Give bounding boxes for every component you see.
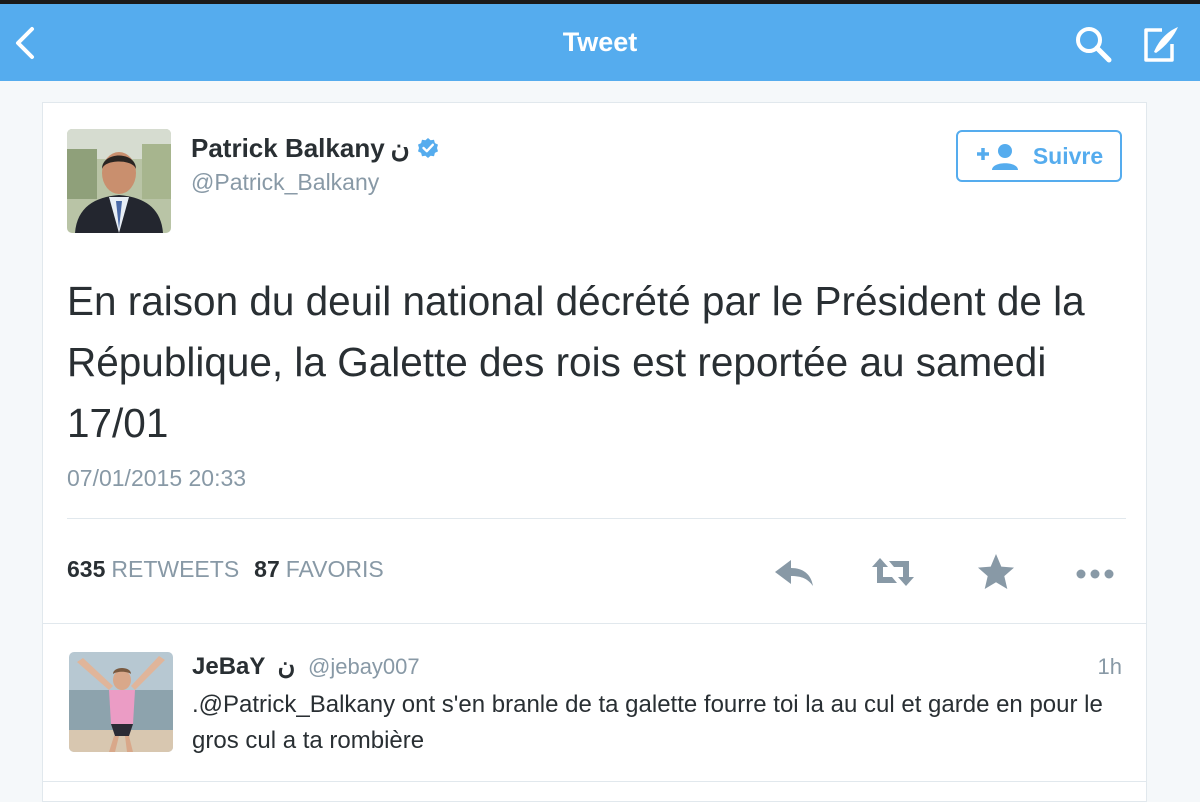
tweet-timestamp: 07/01/2015 20:33 [67, 465, 247, 491]
verified-badge-icon [417, 138, 438, 158]
add-user-icon [976, 144, 1018, 170]
reply-icon [775, 560, 813, 586]
author-name-text: Patrick Balkany [191, 132, 385, 163]
retweets-count: 635 [67, 556, 106, 582]
favorite-button[interactable] [972, 548, 1020, 596]
more-dots-icon [1076, 569, 1114, 579]
compose-button[interactable] [1138, 22, 1182, 66]
author-avatar[interactable] [67, 129, 171, 233]
reply-tweet[interactable]: JeBaY ن @jebay007 1h .@Patrick_Balkany o… [43, 623, 1146, 782]
back-button[interactable] [8, 23, 42, 63]
reply-button[interactable] [771, 548, 819, 596]
compose-tweet-icon [1144, 27, 1178, 62]
author-handle[interactable]: @Patrick_Balkany [191, 169, 379, 196]
reply-handle[interactable]: @jebay007 [308, 654, 420, 680]
retweets-stat[interactable]: 635 RETWEETS [67, 556, 239, 583]
more-options-button[interactable] [1071, 548, 1119, 596]
follow-label: Suivre [1032, 142, 1104, 169]
reply-avatar[interactable] [69, 652, 173, 752]
divider [43, 781, 1146, 782]
favorites-label: FAVORIS [285, 556, 384, 582]
tweet-text: En raison du deuil national décrété par … [67, 278, 1085, 446]
tweet-stats: 635 RETWEETS 87 FAVORIS [67, 556, 384, 583]
top-navbar: Tweet [0, 4, 1200, 81]
tweet-card: Patrick Balkany ن @Patrick_Balkany Suivr… [42, 102, 1147, 802]
retweet-icon [872, 558, 914, 586]
author-display-name[interactable]: Patrick Balkany ن [191, 131, 440, 165]
search-icon [1076, 27, 1112, 63]
search-button[interactable] [1072, 24, 1116, 64]
reply-display-name[interactable]: JeBaY ن [192, 652, 295, 681]
reply-text: .@Patrick_Balkany ont s'en branle de ta … [192, 691, 1103, 754]
page-title: Tweet [562, 27, 638, 57]
reply-photo [69, 652, 173, 752]
retweets-label: RETWEETS [111, 556, 240, 582]
chevron-left-icon [16, 27, 34, 59]
favorites-stat[interactable]: 87 FAVORIS [254, 556, 384, 583]
reply-name-glyph: ن [277, 653, 296, 680]
follow-button[interactable]: Suivre [956, 130, 1122, 182]
author-photo [67, 129, 171, 233]
divider [67, 518, 1126, 519]
favorites-count: 87 [254, 556, 280, 582]
reply-name-text: JeBaY [192, 653, 265, 680]
reply-timestamp: 1h [1097, 654, 1122, 679]
author-name-glyph: ن [390, 132, 410, 163]
favorite-star-icon [978, 554, 1014, 589]
retweet-button[interactable] [869, 548, 917, 596]
